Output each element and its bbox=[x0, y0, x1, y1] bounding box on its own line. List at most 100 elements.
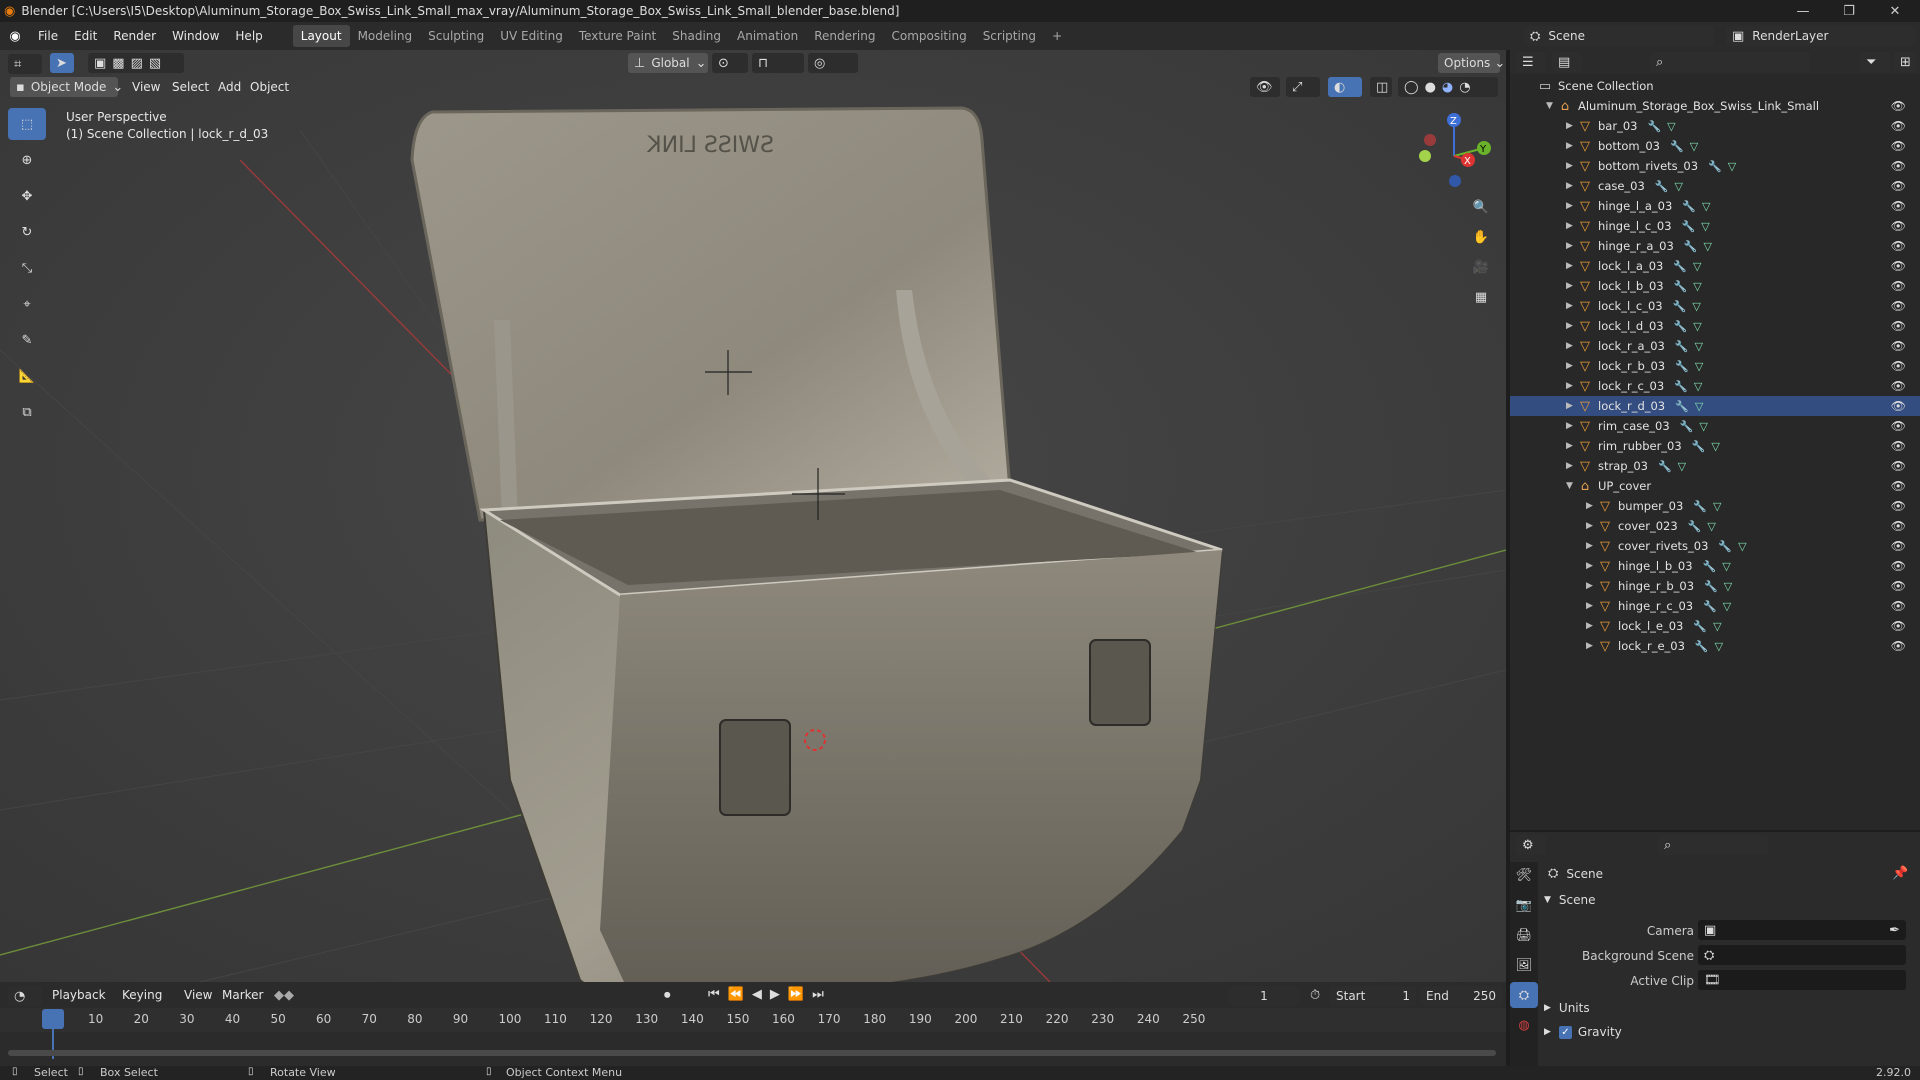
menu-file[interactable]: File bbox=[30, 29, 66, 43]
mesh-data-icon[interactable]: ▽ bbox=[1724, 580, 1732, 593]
visibility-eye-icon[interactable]: 👁 bbox=[1891, 359, 1906, 373]
expand-toggle-icon[interactable]: ▶ bbox=[1566, 421, 1578, 431]
viewport-menu-view[interactable]: View bbox=[124, 80, 168, 94]
expand-toggle-icon[interactable]: ▶ bbox=[1566, 161, 1578, 171]
menu-window[interactable]: Window bbox=[164, 29, 227, 43]
outliner-object-row[interactable]: ▶ ▽ hinge_r_c_03 🔧 ▽ 👁 bbox=[1510, 596, 1920, 616]
outliner-object-row[interactable]: ▶ ▽ bar_03 🔧 ▽ 👁 bbox=[1510, 116, 1920, 136]
visibility-eye-icon[interactable]: 👁 bbox=[1891, 579, 1906, 593]
current-frame-field[interactable]: 1 bbox=[1228, 986, 1300, 1006]
snap-toggle[interactable]: ⊓ bbox=[752, 53, 804, 73]
scale-tool[interactable]: ⤡ bbox=[8, 252, 46, 284]
expand-toggle-icon[interactable]: ▶ bbox=[1586, 601, 1598, 611]
expand-toggle-icon[interactable]: ▼ bbox=[1566, 481, 1578, 491]
scene-selector[interactable]: ⛭ Scene bbox=[1524, 26, 1714, 46]
visibility-eye-icon[interactable]: 👁 bbox=[1891, 319, 1906, 333]
minimize-button[interactable]: — bbox=[1780, 0, 1826, 22]
mesh-data-icon[interactable]: ▽ bbox=[1692, 300, 1700, 313]
outliner-object-row[interactable]: ▶ ▽ cover_023 🔧 ▽ 👁 bbox=[1510, 516, 1920, 536]
modifier-icon[interactable]: 🔧 bbox=[1680, 420, 1694, 433]
orientation-dropdown[interactable]: ⊥ Global ⌄ bbox=[628, 53, 708, 73]
start-frame-field[interactable]: Start 1 bbox=[1330, 986, 1416, 1006]
outliner-object-row[interactable]: ▶ ▽ hinge_r_b_03 🔧 ▽ 👁 bbox=[1510, 576, 1920, 596]
tab-texture-paint[interactable]: Texture Paint bbox=[571, 25, 664, 47]
visibility-eye-icon[interactable]: 👁 bbox=[1891, 419, 1906, 433]
mesh-data-icon[interactable]: ▽ bbox=[1715, 640, 1723, 653]
outliner-object-row[interactable]: ▶ ▽ lock_r_d_03 🔧 ▽ 👁 bbox=[1510, 396, 1920, 416]
camera-field[interactable]: ▣ ✒ bbox=[1698, 920, 1906, 940]
shading-mode-buttons[interactable]: ◯ ● ◕ ◔ bbox=[1398, 77, 1498, 97]
select-box-tool[interactable]: ⬚ bbox=[8, 108, 46, 140]
tab-sculpting[interactable]: Sculpting bbox=[420, 25, 492, 47]
outliner-collection-row[interactable]: ▭ Scene Collection bbox=[1510, 76, 1920, 96]
expand-toggle-icon[interactable]: ▶ bbox=[1566, 381, 1578, 391]
tab-layout[interactable]: Layout bbox=[292, 25, 350, 47]
expand-toggle-icon[interactable]: ▶ bbox=[1566, 461, 1578, 471]
mesh-data-icon[interactable]: ▽ bbox=[1707, 520, 1715, 533]
transform-tool[interactable]: ⌖ bbox=[8, 288, 46, 320]
outliner-collection-row[interactable]: ▼ ⌂ Aluminum_Storage_Box_Swiss_Link_Small 👁 bbox=[1510, 96, 1920, 116]
mesh-data-icon[interactable]: ▽ bbox=[1675, 180, 1683, 193]
outliner-object-row[interactable]: ▶ ▽ rim_rubber_03 🔧 ▽ 👁 bbox=[1510, 436, 1920, 456]
gizmo-toggle[interactable]: ⤢ bbox=[1286, 77, 1320, 97]
expand-toggle-icon[interactable]: ▼ bbox=[1546, 101, 1558, 111]
outliner-object-row[interactable]: ▶ ▽ lock_l_a_03 🔧 ▽ 👁 bbox=[1510, 256, 1920, 276]
end-frame-field[interactable]: End 250 bbox=[1420, 986, 1502, 1006]
mesh-data-icon[interactable]: ▽ bbox=[1693, 280, 1701, 293]
display-mode-dropdown[interactable]: ▤ bbox=[1552, 52, 1582, 72]
outliner-object-row[interactable]: ▶ ▽ hinge_l_c_03 🔧 ▽ 👁 bbox=[1510, 216, 1920, 236]
expand-toggle-icon[interactable]: ▶ bbox=[1566, 261, 1578, 271]
record-button[interactable]: ⏺ bbox=[664, 988, 671, 1003]
pin-icon[interactable]: 📌 bbox=[1892, 866, 1908, 881]
active-clip-field[interactable]: 🎞 bbox=[1698, 970, 1906, 990]
visibility-eye-icon[interactable]: 👁 bbox=[1891, 199, 1906, 213]
expand-toggle-icon[interactable]: ▶ bbox=[1566, 181, 1578, 191]
visibility-eye-icon[interactable]: 👁 bbox=[1891, 299, 1906, 313]
selection-mode-buttons[interactable]: ▣ ▩ ▨ ▧ bbox=[88, 53, 184, 73]
modifier-icon[interactable]: 🔧 bbox=[1675, 360, 1689, 373]
modifier-icon[interactable]: 🔧 bbox=[1658, 460, 1672, 473]
mesh-data-icon[interactable]: ▽ bbox=[1667, 120, 1675, 133]
new-collection-button[interactable]: ⊞ bbox=[1894, 52, 1916, 72]
background-scene-field[interactable]: ⛭ bbox=[1698, 945, 1906, 965]
visibility-eye-icon[interactable]: 👁 bbox=[1891, 159, 1906, 173]
mesh-data-icon[interactable]: ▽ bbox=[1695, 360, 1703, 373]
timeline-menu-keying[interactable]: Keying bbox=[114, 988, 170, 1002]
mesh-data-icon[interactable]: ▽ bbox=[1711, 440, 1719, 453]
expand-toggle-icon[interactable]: ▶ bbox=[1566, 221, 1578, 231]
editor-type-button[interactable]: ⌗ bbox=[8, 54, 42, 74]
outliner-object-row[interactable]: ▶ ▽ lock_l_e_03 🔧 ▽ 👁 bbox=[1510, 616, 1920, 636]
modifier-icon[interactable]: 🔧 bbox=[1674, 380, 1688, 393]
tool-tab[interactable]: 🛠 bbox=[1510, 862, 1538, 888]
outliner-object-row[interactable]: ▶ ▽ bumper_03 🔧 ▽ 👁 bbox=[1510, 496, 1920, 516]
expand-toggle-icon[interactable]: ▶ bbox=[1586, 561, 1598, 571]
stopwatch-icon[interactable]: ⏱ bbox=[1310, 988, 1320, 1003]
visibility-eye-icon[interactable]: 👁 bbox=[1891, 439, 1906, 453]
play-icon[interactable]: ▶ bbox=[770, 987, 780, 1002]
units-panel-header[interactable]: ▶ Units bbox=[1544, 998, 1914, 1018]
maximize-button[interactable]: ❐ bbox=[1826, 0, 1872, 22]
outliner-object-row[interactable]: ▶ ▽ rim_case_03 🔧 ▽ 👁 bbox=[1510, 416, 1920, 436]
visibility-eye-icon[interactable]: 👁 bbox=[1891, 459, 1906, 473]
keyframe-nav-icon[interactable]: ◆◆ bbox=[274, 988, 294, 1003]
outliner-object-row[interactable]: ▶ ▽ case_03 🔧 ▽ 👁 bbox=[1510, 176, 1920, 196]
filter-button[interactable]: ⏷ bbox=[1860, 52, 1890, 72]
mesh-data-icon[interactable]: ▽ bbox=[1723, 600, 1731, 613]
outliner-object-row[interactable]: ▶ ▽ lock_r_a_03 🔧 ▽ 👁 bbox=[1510, 336, 1920, 356]
tab-scripting[interactable]: Scripting bbox=[975, 25, 1044, 47]
outliner-object-row[interactable]: ▶ ▽ bottom_rivets_03 🔧 ▽ 👁 bbox=[1510, 156, 1920, 176]
mesh-data-icon[interactable]: ▽ bbox=[1713, 620, 1721, 633]
pan-button[interactable]: ✋ bbox=[1468, 224, 1494, 250]
expand-toggle-icon[interactable]: ▶ bbox=[1586, 501, 1598, 511]
visibility-eye-icon[interactable]: 👁 bbox=[1891, 279, 1906, 293]
modifier-icon[interactable]: 🔧 bbox=[1703, 600, 1717, 613]
renderlayer-selector[interactable]: ▣ RenderLayer bbox=[1726, 26, 1916, 46]
timeline-menu-playback[interactable]: Playback bbox=[44, 988, 114, 1002]
jump-end-icon[interactable]: ⏭ bbox=[812, 987, 824, 1002]
jump-start-icon[interactable]: ⏮ bbox=[708, 987, 720, 1002]
outliner-object-row[interactable]: ▶ ▽ lock_r_b_03 🔧 ▽ 👁 bbox=[1510, 356, 1920, 376]
modifier-icon[interactable]: 🔧 bbox=[1684, 240, 1698, 253]
prev-keyframe-icon[interactable]: ⏪ bbox=[728, 987, 744, 1002]
annotate-tool[interactable]: ✎ bbox=[8, 324, 46, 356]
modifier-icon[interactable]: 🔧 bbox=[1688, 520, 1702, 533]
